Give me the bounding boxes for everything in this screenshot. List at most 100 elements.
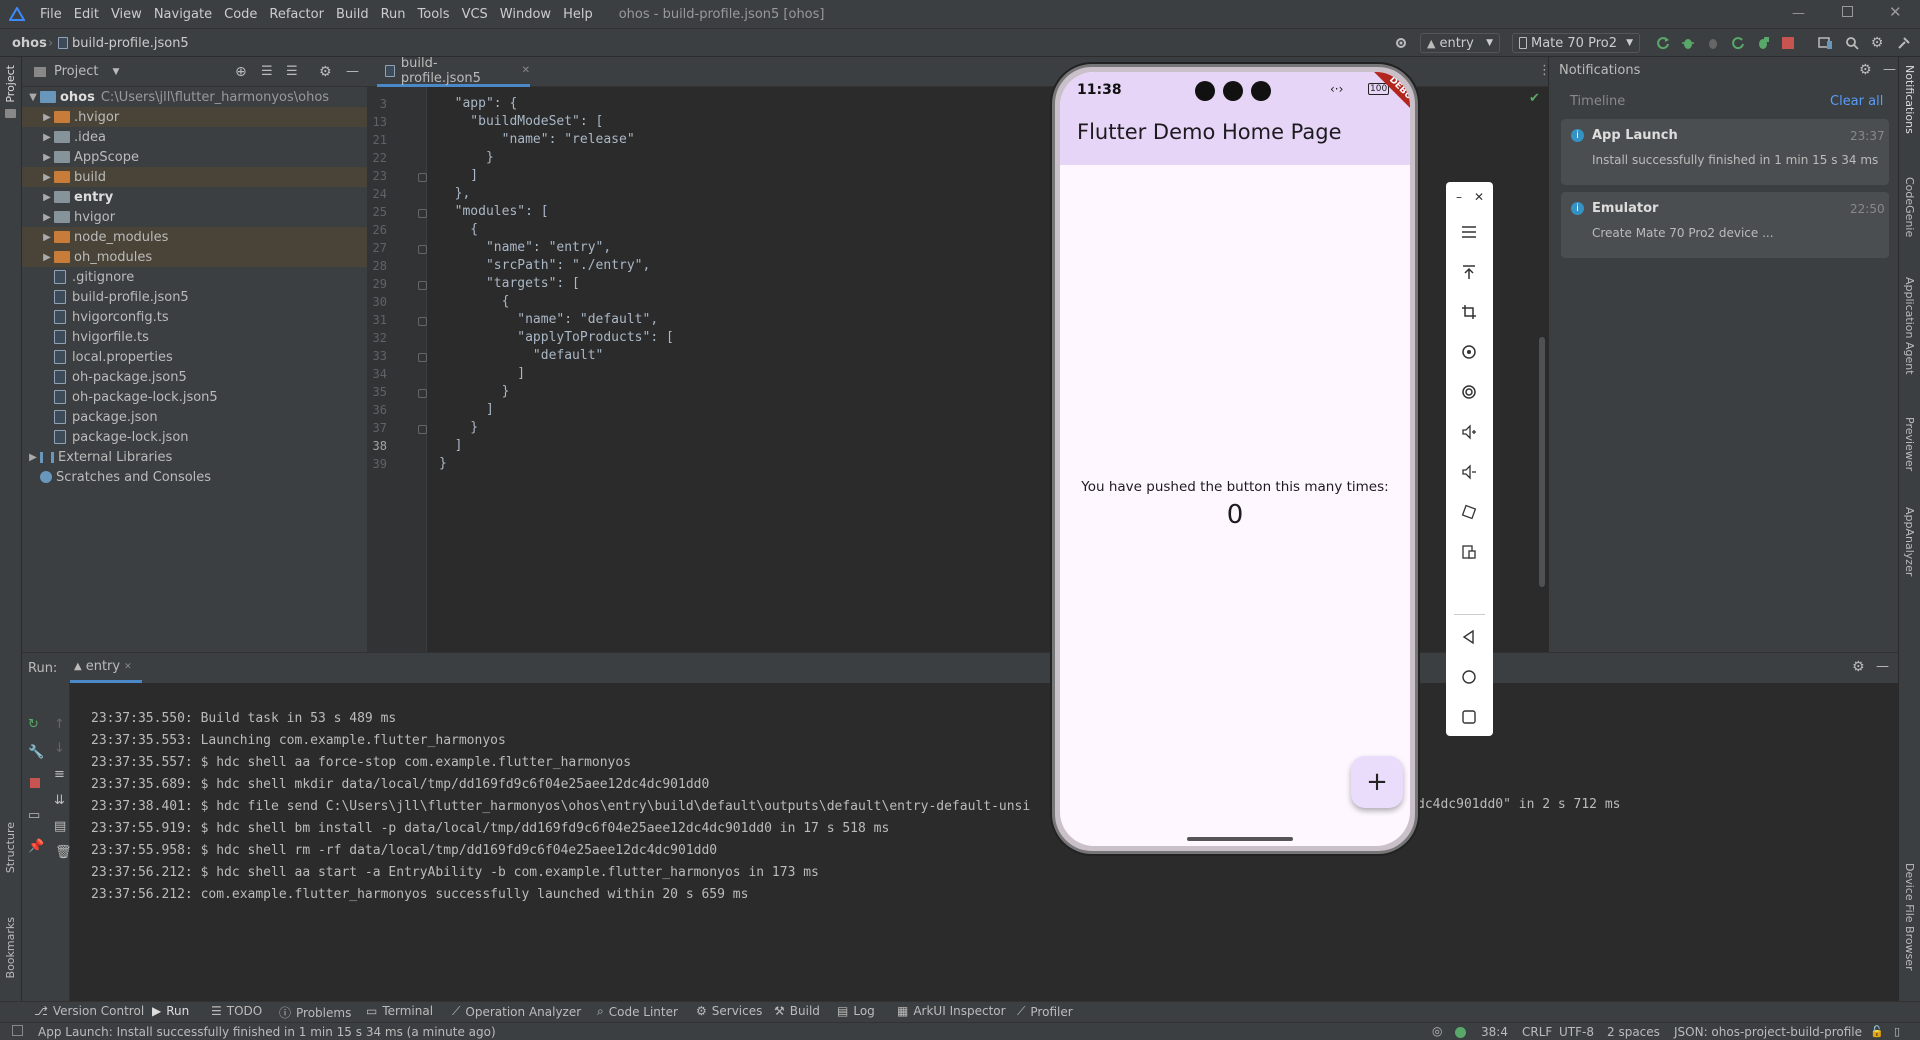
- rotate-icon[interactable]: [1458, 341, 1480, 363]
- menu-help[interactable]: Help: [557, 7, 599, 22]
- previewer-tool-tab[interactable]: Previewer: [1903, 417, 1916, 471]
- editor-scrollbar[interactable]: [1539, 337, 1545, 587]
- file-encoding[interactable]: UTF-8: [1559, 1025, 1594, 1039]
- wrench-icon[interactable]: 🔧: [28, 745, 44, 760]
- fold-marker-icon[interactable]: [418, 389, 427, 398]
- tree-item[interactable]: ▶ build: [22, 167, 367, 187]
- todo-tab[interactable]: ☰ TODO: [211, 1004, 262, 1018]
- tree-item[interactable]: ▶ entry: [22, 187, 367, 207]
- tree-item[interactable]: ▶ .hvigor: [22, 107, 367, 127]
- stop-icon[interactable]: [30, 778, 40, 788]
- close-window-button[interactable]: ✕: [1889, 3, 1902, 21]
- structure-tool-tab[interactable]: Structure: [4, 822, 17, 873]
- apply-changes-icon[interactable]: [1729, 34, 1747, 52]
- menu-view[interactable]: View: [105, 7, 148, 22]
- code-linter-tab[interactable]: ⌕ Code Linter: [597, 1004, 678, 1019]
- menu-edit[interactable]: Edit: [68, 7, 105, 22]
- status-toggle-icon[interactable]: [12, 1025, 23, 1036]
- screenshot-icon[interactable]: [1458, 381, 1480, 403]
- run-console[interactable]: 23:37:35.550: Build task in 53 s 489 ms 2…: [44, 683, 1898, 1002]
- breadcrumb-root[interactable]: ohos: [12, 33, 47, 53]
- tree-item[interactable]: ▶ oh_modules: [22, 247, 367, 267]
- tree-item[interactable]: hvigorconfig.ts: [22, 307, 367, 327]
- notifications-tool-tab[interactable]: Notifications: [1903, 65, 1916, 134]
- fold-marker-icon[interactable]: [418, 425, 427, 434]
- caret-position[interactable]: 38:4: [1481, 1025, 1508, 1039]
- operation-analyzer-tab[interactable]: ⟋ Operation Analyzer: [452, 1004, 581, 1019]
- menu-icon[interactable]: [1458, 221, 1480, 243]
- menu-vcs[interactable]: VCS: [456, 7, 494, 22]
- fold-marker-icon[interactable]: [418, 245, 427, 254]
- run-tool-tab[interactable]: ▶ Run: [152, 1004, 189, 1018]
- fold-marker-icon[interactable]: [418, 353, 427, 362]
- log-tab[interactable]: ▤ Log: [837, 1004, 875, 1018]
- status-message[interactable]: App Launch: Install successfully finishe…: [38, 1025, 496, 1039]
- build-tab[interactable]: ⚒ Build: [774, 1004, 820, 1018]
- collapse-all-icon[interactable]: ☰: [286, 64, 298, 79]
- run-config-select[interactable]: ▲ entry ▼: [1420, 33, 1500, 53]
- notification-card[interactable]: i App Launch 23:37 Install successfully …: [1561, 119, 1889, 185]
- hide-panel-icon[interactable]: —: [1883, 62, 1896, 77]
- menu-code[interactable]: Code: [218, 7, 263, 22]
- menu-run[interactable]: Run: [375, 7, 412, 22]
- fold-marker-icon[interactable]: [418, 281, 427, 290]
- profiler-tab[interactable]: ⟋ Profiler: [1017, 1004, 1073, 1019]
- lock-icon[interactable]: 🔓: [1870, 1025, 1884, 1038]
- rerun-icon[interactable]: [1654, 34, 1672, 52]
- search-icon[interactable]: [1843, 34, 1861, 52]
- tree-item[interactable]: ▶ node_modules: [22, 227, 367, 247]
- tree-item[interactable]: build-profile.json5: [22, 287, 367, 307]
- minimize-icon[interactable]: –: [1450, 186, 1468, 208]
- clear-all-link[interactable]: Clear all: [1830, 94, 1883, 109]
- menu-tools[interactable]: Tools: [412, 7, 456, 22]
- debug-icon[interactable]: [1679, 34, 1697, 52]
- locate-icon[interactable]: ⊕: [235, 64, 247, 80]
- fold-marker-icon[interactable]: [418, 209, 427, 218]
- tree-scratches[interactable]: Scratches and Consoles: [22, 467, 367, 487]
- rerun-icon[interactable]: ↻: [28, 717, 39, 732]
- volume-down-icon[interactable]: [1458, 461, 1480, 483]
- hide-panel-icon[interactable]: —: [1876, 659, 1889, 674]
- bookmarks-tool-tab[interactable]: Bookmarks: [4, 917, 17, 978]
- tree-root[interactable]: ▼ ohos C:\Users\jll\flutter_harmonyos\oh…: [22, 87, 367, 107]
- arkui-inspector-tab[interactable]: ▦ ArkUI Inspector: [897, 1004, 1006, 1018]
- fold-marker-icon[interactable]: [418, 173, 427, 182]
- terminal-tab[interactable]: ▭ Terminal: [366, 1004, 433, 1018]
- home-icon[interactable]: [1458, 666, 1480, 688]
- target-icon[interactable]: [1392, 34, 1410, 52]
- pin-top-icon[interactable]: [1458, 261, 1480, 283]
- restore-window-button[interactable]: [1842, 6, 1853, 17]
- stop-icon[interactable]: [1779, 34, 1797, 52]
- expand-all-icon[interactable]: ☰: [261, 64, 273, 79]
- fold-icon[interactable]: [1458, 501, 1480, 523]
- hide-panel-icon[interactable]: —: [346, 64, 359, 79]
- tree-item[interactable]: ▶ .idea: [22, 127, 367, 147]
- version-control-tab[interactable]: ⎇ Version Control: [34, 1004, 144, 1018]
- network-icon[interactable]: ◎: [1432, 1024, 1442, 1038]
- indent-setting[interactable]: 2 spaces: [1607, 1025, 1660, 1039]
- chevron-down-icon[interactable]: ▼: [112, 67, 119, 77]
- close-icon[interactable]: ✕: [1470, 186, 1488, 208]
- fold-marker-icon[interactable]: [418, 317, 427, 326]
- breadcrumb-file[interactable]: build-profile.json5: [72, 33, 189, 53]
- run-tab[interactable]: ▲ entry ✕: [70, 653, 142, 683]
- minimize-window-button[interactable]: —: [1792, 6, 1805, 21]
- home-indicator[interactable]: [1187, 837, 1293, 841]
- tree-item[interactable]: ▶ hvigor: [22, 207, 367, 227]
- more-tools-icon[interactable]: [1458, 541, 1480, 563]
- menu-build[interactable]: Build: [330, 7, 375, 22]
- status-dot-icon[interactable]: [1455, 1027, 1466, 1038]
- appanalyzer-tool-tab[interactable]: AppAnalyzer: [1903, 507, 1916, 576]
- tree-item[interactable]: package.json: [22, 407, 367, 427]
- memory-icon[interactable]: ▯: [1894, 1025, 1900, 1038]
- notification-card[interactable]: i Emulator 22:50 Create Mate 70 Pro2 dev…: [1561, 192, 1889, 258]
- menu-navigate[interactable]: Navigate: [148, 7, 218, 22]
- profiler-bug-icon[interactable]: [1754, 34, 1772, 52]
- project-tool-tab[interactable]: Project: [4, 65, 17, 103]
- layout-icon[interactable]: ▭: [28, 808, 40, 823]
- problems-tab[interactable]: ⓘ Problems: [279, 1004, 351, 1021]
- tree-item[interactable]: local.properties: [22, 347, 367, 367]
- codegenie-tool-tab[interactable]: CodeGenie: [1903, 177, 1916, 237]
- tree-item[interactable]: package-lock.json: [22, 427, 367, 447]
- tree-external-libraries[interactable]: ▶ External Libraries: [22, 447, 367, 467]
